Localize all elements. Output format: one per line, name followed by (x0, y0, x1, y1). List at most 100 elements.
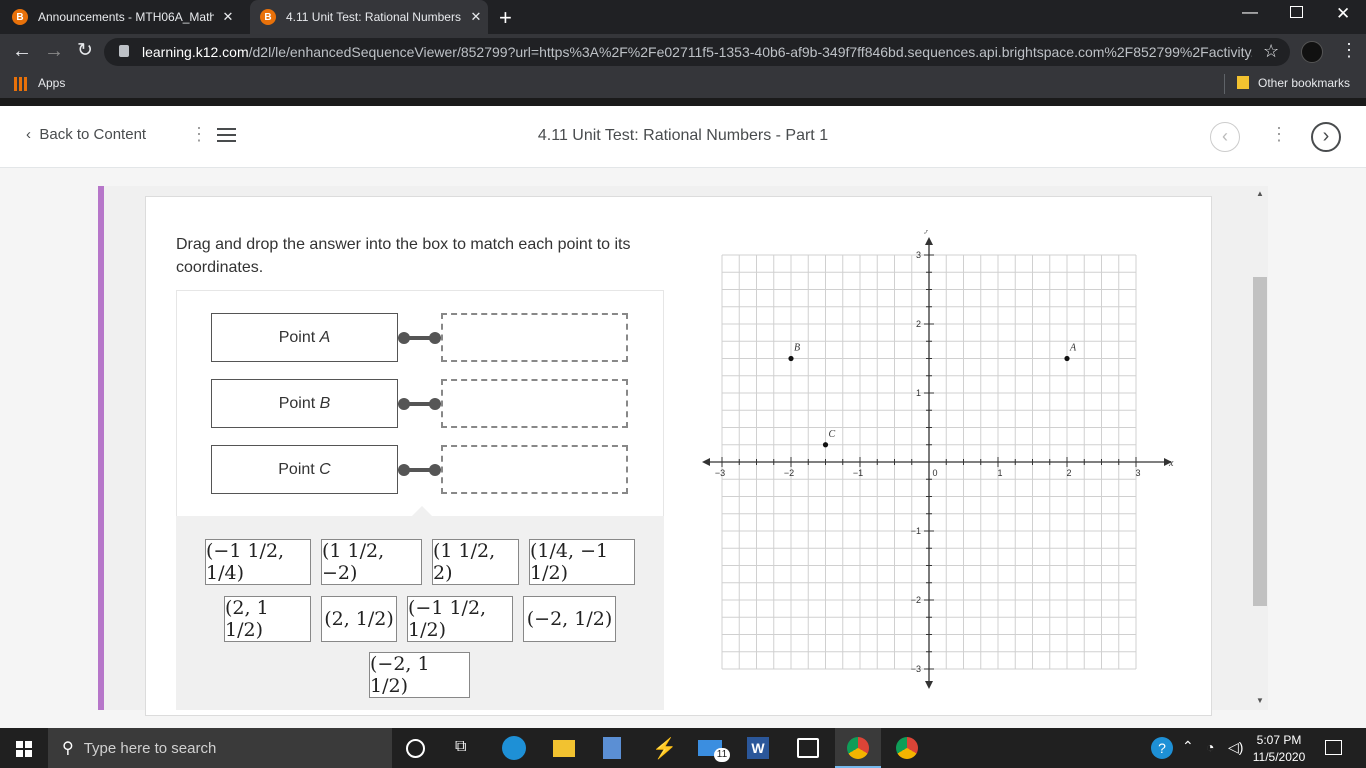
new-tab-icon[interactable]: + (499, 5, 512, 31)
apps-grid-icon (14, 77, 28, 91)
previous-icon[interactable]: ‹ (1210, 122, 1240, 152)
chrome-icon[interactable] (847, 737, 869, 759)
drop-box-c[interactable] (441, 445, 628, 494)
tab-title: Announcements - MTH06A_Math (38, 10, 214, 24)
answer-tile[interactable]: (−2, 1/2) (523, 596, 616, 642)
clock[interactable]: 5:07 PM 11/5/2020 (1248, 732, 1310, 766)
back-to-content-link[interactable]: ‹ Back to Content (26, 126, 146, 143)
x-tick-label: 0 (932, 468, 937, 478)
accent-bar (98, 186, 104, 710)
answer-tile[interactable]: (2, 1/2) (321, 596, 397, 642)
scrollbar-thumb[interactable] (1253, 277, 1267, 606)
answer-tile[interactable]: (2, 1 1/2) (224, 596, 311, 642)
clock-date: 11/5/2020 (1252, 750, 1306, 764)
point-a-label: Point A (211, 313, 398, 362)
bookmark-divider (1224, 74, 1225, 94)
answer-tile[interactable]: (1 1/2, −2) (321, 539, 422, 585)
point-a (1064, 355, 1070, 362)
url-text[interactable]: learning.k12.com/d2l/le/enhancedSequence… (142, 44, 1252, 60)
point-c-label: Point C (211, 445, 398, 494)
word-icon[interactable]: W (747, 737, 769, 759)
point-label: C (829, 429, 836, 440)
taskbar-search[interactable]: ⚲ Type here to search (48, 728, 392, 768)
powershell-icon[interactable]: ⚡ (652, 736, 677, 761)
hamburger-menu-icon[interactable] (217, 128, 236, 142)
point-b (788, 355, 794, 362)
help-icon[interactable]: ? (1151, 737, 1173, 759)
store-icon[interactable] (797, 738, 819, 758)
y-tick-label: 2 (916, 319, 921, 329)
bookmark-star-icon[interactable]: ☆ (1263, 41, 1279, 62)
answer-tile[interactable]: (−1 1/2, 1/2) (407, 596, 513, 642)
windows-start-icon[interactable] (16, 741, 32, 757)
window-close-icon[interactable]: ✕ (1336, 4, 1350, 24)
menu-kebab-icon[interactable]: ⋮ (1340, 40, 1358, 61)
coordinate-graph: −3 −2 −1 0 1 2 3 3 2 1 −1 −2 −3 x y A B C (702, 230, 1174, 689)
y-axis-label: y (924, 230, 930, 234)
x-tick-label: −3 (715, 468, 725, 478)
x-tick-label: 2 (1066, 468, 1071, 478)
tab-announcements[interactable]: B Announcements - MTH06A_Math ✕ (12, 0, 248, 34)
x-axis-arrow-icon (702, 458, 710, 466)
reload-icon[interactable]: ↻ (77, 39, 93, 62)
tab-title: 4.11 Unit Test: Rational Numbers (286, 10, 461, 24)
next-icon[interactable]: › (1311, 122, 1341, 152)
back-to-content-label: Back to Content (39, 126, 147, 143)
point-c (822, 442, 829, 448)
answer-tile[interactable]: (−2, 1 1/2) (369, 652, 470, 698)
x-tick-label: −1 (853, 468, 863, 478)
header-separator (0, 98, 1366, 106)
point-b-label: Point B (211, 379, 398, 428)
tab-unit-test[interactable]: B 4.11 Unit Test: Rational Numbers ✕ (250, 0, 488, 34)
search-placeholder: Type here to search (83, 739, 217, 757)
connector-icon (398, 464, 441, 476)
y-tick-label: −1 (911, 526, 921, 536)
volume-icon[interactable]: ◁) (1228, 739, 1243, 756)
y-tick-label: −2 (911, 595, 921, 605)
bookmarks-bar (0, 70, 1366, 98)
minimize-icon[interactable]: — (1242, 4, 1258, 22)
x-tick-label: 1 (997, 468, 1002, 478)
answer-tile[interactable]: (−1 1/2, 1/4) (205, 539, 311, 585)
cortana-icon[interactable] (406, 739, 425, 758)
brightspace-favicon-icon: B (12, 9, 28, 25)
tab-close-icon[interactable]: ✕ (468, 9, 484, 25)
file-explorer-icon[interactable] (553, 740, 575, 757)
divider-dots-icon: ⋮ (190, 124, 208, 144)
answer-tile[interactable]: (1/4, −1 1/2) (529, 539, 635, 585)
other-bookmarks[interactable]: Other bookmarks (1258, 76, 1350, 90)
y-axis-arrow-icon (925, 237, 933, 245)
drop-box-a[interactable] (441, 313, 628, 362)
forward-arrow-icon[interactable]: → (44, 40, 64, 63)
x-axis-label: x (1168, 458, 1174, 469)
wifi-icon[interactable]: ◔ (1206, 739, 1214, 755)
chevron-up-icon[interactable]: ⌃ (1182, 738, 1194, 755)
edge-icon[interactable] (502, 736, 526, 760)
profile-avatar-icon[interactable] (1301, 41, 1323, 63)
back-arrow-icon[interactable]: ← (12, 40, 32, 63)
connector-icon (398, 398, 441, 410)
tab-close-icon[interactable]: ✕ (220, 9, 236, 25)
y-axis-arrow-icon (925, 681, 933, 689)
restore-icon[interactable] (1290, 6, 1303, 18)
page-title: 4.11 Unit Test: Rational Numbers - Part … (537, 127, 829, 144)
task-view-icon[interactable]: ⧉ (455, 738, 466, 756)
answer-bank-pointer (412, 506, 432, 516)
divider-dots-icon: ⋮ (1270, 124, 1288, 144)
chrome-icon[interactable] (896, 737, 918, 759)
y-tick-label: 3 (916, 250, 921, 260)
x-tick-label: −2 (784, 468, 794, 478)
scrollbar[interactable]: ▲ ▼ (1253, 186, 1267, 710)
calculator-icon[interactable] (603, 737, 621, 759)
question-prompt: Drag and drop the answer into the box to… (176, 236, 631, 276)
y-tick-label: −3 (911, 664, 921, 674)
lock-icon[interactable] (119, 45, 129, 57)
search-icon: ⚲ (62, 740, 74, 757)
apps-bookmark[interactable]: Apps (38, 76, 65, 90)
drop-box-b[interactable] (441, 379, 628, 428)
connector-icon (398, 332, 441, 344)
answer-tile[interactable]: (1 1/2, 2) (432, 539, 519, 585)
notifications-icon[interactable] (1325, 740, 1342, 755)
y-tick-label: 1 (916, 388, 921, 398)
brightspace-favicon-icon: B (260, 9, 276, 25)
